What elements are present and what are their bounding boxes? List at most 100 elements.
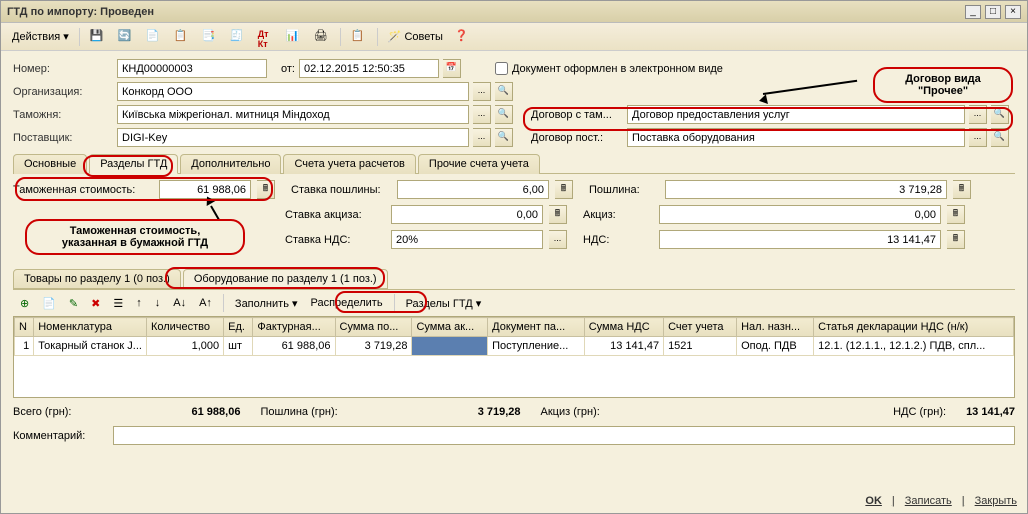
tool-icon-6[interactable]: 🧾 xyxy=(225,26,251,48)
up-button[interactable]: ↑ xyxy=(131,295,147,311)
col-excise-sum[interactable]: Сумма ак... xyxy=(412,318,488,337)
cell-nom[interactable]: Токарный станок J... xyxy=(34,337,147,356)
vat-calc[interactable]: 🖩 xyxy=(947,230,965,249)
tool-icon-8[interactable]: 📊 xyxy=(281,26,307,48)
tool-icon-10[interactable]: 📋 xyxy=(346,26,372,48)
cell-invoice[interactable]: 61 988,06 xyxy=(253,337,335,356)
excise-rate-input[interactable] xyxy=(391,205,543,224)
ok-button[interactable]: OK xyxy=(865,495,882,507)
cell-tax[interactable]: Опод. ПДВ xyxy=(737,337,814,356)
duty-rate-input[interactable] xyxy=(397,180,549,199)
tool-icon-7[interactable]: ДтКт xyxy=(253,26,279,48)
down-button[interactable]: ↓ xyxy=(150,295,166,311)
number-input[interactable] xyxy=(117,59,267,78)
customs-open-button[interactable]: 🔍 xyxy=(495,105,513,124)
help-button[interactable]: 🪄 Советы xyxy=(383,27,448,46)
cell-vat-sum[interactable]: 13 141,47 xyxy=(584,337,663,356)
sections-button[interactable]: Разделы ГТД ▾ xyxy=(401,295,487,312)
org-select-button[interactable]: ... xyxy=(473,82,491,101)
delete-button[interactable]: ✖ xyxy=(86,295,105,312)
contract-supplier-open-button[interactable]: 🔍 xyxy=(991,128,1009,147)
add-button[interactable]: ⊕ xyxy=(15,295,34,312)
excise-calc[interactable]: 🖩 xyxy=(947,205,965,224)
cell-excise-sum[interactable] xyxy=(412,337,488,356)
tool-icon-5[interactable]: 📑 xyxy=(197,26,223,48)
fill-button[interactable]: Заполнить ▾ xyxy=(230,295,303,312)
tool-icon-1[interactable]: 💾 xyxy=(85,26,111,48)
contract-supplier-input[interactable] xyxy=(627,128,965,147)
grid-table-wrap[interactable]: N Номенклатура Количество Ед. Фактурная.… xyxy=(13,316,1015,398)
cell-qty[interactable]: 1,000 xyxy=(146,337,223,356)
tool-help-icon[interactable]: ❓ xyxy=(450,26,476,48)
supplier-open-button[interactable]: 🔍 xyxy=(495,128,513,147)
col-decl[interactable]: Статья декларации НДС (н/к) xyxy=(814,318,1014,337)
col-acct[interactable]: Счет учета xyxy=(664,318,737,337)
edit-button[interactable]: ✎ xyxy=(64,295,83,312)
tab-main[interactable]: Основные xyxy=(13,154,87,174)
close-form-button[interactable]: Закрыть xyxy=(975,495,1017,507)
contract-customs-input[interactable] xyxy=(627,105,965,124)
excise-rate-calc[interactable]: 🖩 xyxy=(549,205,567,224)
comment-input[interactable] xyxy=(113,426,1015,445)
contract-customs-select-button[interactable]: ... xyxy=(969,105,987,124)
duty-rate-calc[interactable]: 🖩 xyxy=(555,180,573,199)
tool-icon-2[interactable]: 🔄 xyxy=(113,26,139,48)
cell-acct[interactable]: 1521 xyxy=(664,337,737,356)
duty-calc[interactable]: 🖩 xyxy=(953,180,971,199)
electronic-checkbox-label[interactable]: Документ оформлен в электронном виде xyxy=(495,62,723,75)
tab-accounts[interactable]: Счета учета расчетов xyxy=(283,154,415,174)
bottom-buttons: OK | Записать | Закрыть xyxy=(865,495,1017,507)
electronic-checkbox[interactable] xyxy=(495,62,508,75)
col-invoice[interactable]: Фактурная... xyxy=(253,318,335,337)
cell-doc[interactable]: Поступление... xyxy=(488,337,585,356)
tab-additional[interactable]: Дополнительно xyxy=(180,154,281,174)
tool-icon-4[interactable]: 📋 xyxy=(169,26,195,48)
maximize-button[interactable]: □ xyxy=(985,5,1001,19)
date-input[interactable] xyxy=(299,59,439,78)
col-doc[interactable]: Документ па... xyxy=(488,318,585,337)
sort-button[interactable]: ☰ xyxy=(108,295,128,312)
actions-menu[interactable]: Действия ▾ xyxy=(7,27,74,46)
contract-supplier-select-button[interactable]: ... xyxy=(969,128,987,147)
org-input[interactable] xyxy=(117,82,469,101)
customs-select-button[interactable]: ... xyxy=(473,105,491,124)
tab-other-accounts[interactable]: Прочие счета учета xyxy=(418,154,540,174)
subtab-goods[interactable]: Товары по разделу 1 (0 поз.) xyxy=(13,269,181,289)
col-duty-sum[interactable]: Сумма по... xyxy=(335,318,412,337)
cell-duty-sum[interactable]: 3 719,28 xyxy=(335,337,412,356)
contract-customs-open-button[interactable]: 🔍 xyxy=(991,105,1009,124)
customs-value-calc[interactable]: 🖩 xyxy=(257,180,275,199)
customs-input[interactable] xyxy=(117,105,469,124)
cell-decl[interactable]: 12.1. (12.1.1., 12.1.2.) ПДВ, спл... xyxy=(814,337,1014,356)
tool-icon-9[interactable]: 🖨 xyxy=(309,26,335,48)
duty-input[interactable] xyxy=(665,180,947,199)
grid-header-row: N Номенклатура Количество Ед. Фактурная.… xyxy=(15,318,1014,337)
vat-input[interactable] xyxy=(659,230,941,249)
tool-icon-3[interactable]: 📄 xyxy=(141,26,167,48)
tab-gtd-sections[interactable]: Разделы ГТД xyxy=(89,154,178,174)
copy-button[interactable]: 📄 xyxy=(37,295,61,312)
close-button[interactable]: × xyxy=(1005,5,1021,19)
distribute-button[interactable]: Распределить xyxy=(306,295,388,311)
col-vat-sum[interactable]: Сумма НДС xyxy=(584,318,663,337)
table-row[interactable]: 1 Токарный станок J... 1,000 шт 61 988,0… xyxy=(15,337,1014,356)
vat-rate-select[interactable]: ... xyxy=(549,230,567,249)
col-tax[interactable]: Нал. назн... xyxy=(737,318,814,337)
save-button[interactable]: Записать xyxy=(905,495,952,507)
vat-rate-input[interactable] xyxy=(391,230,543,249)
date-picker-button[interactable]: 📅 xyxy=(443,59,461,78)
minimize-button[interactable]: _ xyxy=(965,5,981,19)
sort-az-button[interactable]: A↓ xyxy=(168,295,191,311)
supplier-select-button[interactable]: ... xyxy=(473,128,491,147)
cell-unit[interactable]: шт xyxy=(224,337,253,356)
supplier-input[interactable] xyxy=(117,128,469,147)
col-qty[interactable]: Количество xyxy=(146,318,223,337)
col-n[interactable]: N xyxy=(15,318,34,337)
col-unit[interactable]: Ед. xyxy=(224,318,253,337)
org-open-button[interactable]: 🔍 xyxy=(495,82,513,101)
subtab-equipment[interactable]: Оборудование по разделу 1 (1 поз.) xyxy=(183,269,388,289)
cell-n[interactable]: 1 xyxy=(15,337,34,356)
excise-input[interactable] xyxy=(659,205,941,224)
sort-za-button[interactable]: A↑ xyxy=(194,295,217,311)
col-nom[interactable]: Номенклатура xyxy=(34,318,147,337)
